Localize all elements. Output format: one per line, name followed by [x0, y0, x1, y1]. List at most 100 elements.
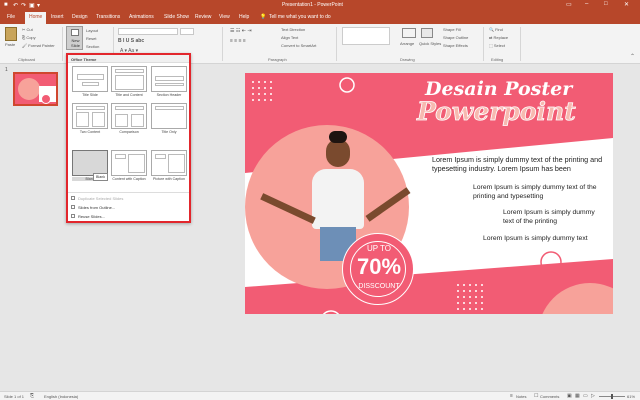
dot-grid-top: [252, 81, 276, 105]
language-status[interactable]: English (Indonesia): [44, 394, 78, 399]
placeholder: [77, 74, 104, 80]
replace-label: Replace: [493, 35, 509, 40]
placeholder: [115, 114, 128, 127]
shape-fill-button[interactable]: Shape Fill: [443, 27, 461, 32]
placeholder: [115, 154, 126, 159]
zoom-level[interactable]: 61%: [627, 394, 635, 399]
arrange-button[interactable]: Arrange: [400, 41, 414, 46]
tab-review[interactable]: Review: [195, 14, 211, 20]
tell-me-search[interactable]: Tell me what you want to do: [269, 14, 331, 20]
select-button[interactable]: ⬚ Select: [489, 43, 505, 48]
quick-styles-button[interactable]: Quick Styles: [419, 41, 441, 46]
reuse-slides-item[interactable]: Reuse Slides...: [71, 214, 105, 219]
outline-icon: [71, 205, 75, 209]
slides-from-outline-item[interactable]: Slides from Outline...: [71, 205, 115, 210]
layout-title-content[interactable]: [111, 66, 147, 92]
slide-canvas[interactable]: Desain Poster Powerpoint Lorem Ipsum is …: [245, 73, 613, 314]
thumb-badge: [41, 94, 51, 104]
layout-label: Title Only: [161, 130, 177, 134]
tab-animations[interactable]: Animations: [129, 14, 154, 20]
close-icon[interactable]: ✕: [624, 1, 629, 8]
copy-button[interactable]: ⎘ Copy: [22, 35, 36, 40]
reset-button[interactable]: Reset: [86, 36, 96, 41]
redo-icon[interactable]: ↷: [21, 2, 26, 9]
font-format-buttons[interactable]: B I U S abc: [118, 38, 144, 44]
layout-label: Content with Caption: [112, 177, 146, 181]
layout-button[interactable]: Layout: [86, 28, 98, 33]
slide-count: Slide 1 of 1: [4, 394, 25, 399]
discount-badge: UP TO 70% DISSCOUNT: [342, 233, 414, 305]
layout-dropdown: Office Theme Title Slide Title and Conte…: [66, 53, 191, 223]
tab-insert[interactable]: Insert: [51, 14, 64, 20]
minimize-icon[interactable]: –: [585, 1, 588, 7]
clipboard-group-label: Clipboard: [18, 57, 36, 62]
slideshow-view-icon[interactable]: ▷: [591, 393, 595, 399]
layout-title-only[interactable]: [151, 103, 187, 129]
find-label: Find: [495, 27, 503, 32]
placeholder: [115, 106, 144, 110]
layout-section-header[interactable]: [151, 66, 187, 92]
text-direction-button[interactable]: Text Direction: [281, 27, 305, 32]
slide-paragraph-3: Lorem Ipsum is simply dummy text of the …: [503, 209, 595, 225]
zoom-thumb[interactable]: [611, 394, 613, 399]
layout-content-caption[interactable]: [111, 150, 147, 176]
ribbon-display-icon[interactable]: ▭: [566, 1, 572, 8]
layout-title-slide[interactable]: [72, 66, 108, 92]
customize-qat-icon[interactable]: ▾: [37, 2, 40, 9]
copy-label: Copy: [26, 35, 36, 40]
spellcheck-icon[interactable]: ⎘: [30, 393, 34, 399]
layout-comparison[interactable]: [111, 103, 147, 129]
reading-view-icon[interactable]: ▭: [583, 393, 588, 399]
layout-two-content[interactable]: [72, 103, 108, 129]
tab-transitions[interactable]: Transitions: [96, 14, 120, 20]
font-size-dropdown[interactable]: [180, 28, 194, 35]
tab-view[interactable]: View: [219, 14, 230, 20]
slide-title-2: Powerpoint: [417, 97, 577, 127]
replace-button[interactable]: ⇄ Replace: [489, 35, 508, 40]
badge-bottom-text: DISSCOUNT: [358, 283, 400, 290]
tab-slideshow[interactable]: Slide Show: [164, 14, 189, 20]
undo-icon[interactable]: ↶: [13, 2, 18, 9]
cut-button[interactable]: ✂ Cut: [22, 27, 33, 32]
arrange-icon[interactable]: [402, 28, 416, 38]
drawing-group-label: Drawing: [400, 57, 415, 62]
normal-view-icon[interactable]: ▣: [567, 393, 572, 399]
slide-thumbnail[interactable]: [13, 72, 58, 106]
section-button[interactable]: Section: [86, 44, 99, 49]
ribbon-tabs: File Home Insert Design Transitions Anim…: [0, 11, 640, 24]
tab-file[interactable]: File: [7, 14, 15, 20]
shape-effects-button[interactable]: Shape Effects: [443, 43, 468, 48]
new-slide-icon: [71, 29, 79, 36]
tab-design[interactable]: Design: [72, 14, 88, 20]
badge-top-text: UP TO: [366, 244, 391, 253]
align-text-button[interactable]: Align Text: [281, 35, 298, 40]
comments-button[interactable]: Comments: [540, 394, 559, 399]
paste-button[interactable]: Paste: [5, 42, 15, 47]
save-icon[interactable]: ■: [4, 2, 8, 8]
maximize-icon[interactable]: □: [604, 1, 608, 7]
layout-label: Two Content: [79, 130, 101, 134]
font-name-dropdown[interactable]: [118, 28, 178, 35]
layout-label: Title Slide: [82, 93, 98, 97]
editing-group-label: Editing: [491, 57, 504, 62]
sorter-view-icon[interactable]: ▦: [575, 393, 580, 399]
quick-styles-icon[interactable]: [421, 28, 433, 38]
find-button[interactable]: 🔍 Find: [489, 27, 503, 32]
format-painter-button[interactable]: 🖌 Format Painter: [22, 43, 55, 48]
collapse-ribbon-icon[interactable]: ⌃: [630, 53, 635, 60]
slide-thumbnail-pane: [0, 64, 62, 391]
duplicate-slides-item[interactable]: Duplicate Selected Slides: [71, 196, 123, 201]
tab-home[interactable]: Home: [25, 12, 47, 24]
shape-outline-button[interactable]: Shape Outline: [443, 35, 468, 40]
notes-button[interactable]: Notes: [516, 394, 526, 399]
placeholder: [155, 154, 166, 159]
tab-help[interactable]: Help: [239, 14, 249, 20]
convert-smartart-button[interactable]: Convert to SmartArt: [281, 43, 316, 48]
paste-icon[interactable]: [5, 27, 17, 41]
list-buttons[interactable]: ☰ ☷ ⇤ ⇥: [230, 28, 252, 34]
new-slide-button[interactable]: New Slide: [66, 26, 83, 50]
layout-picture-caption[interactable]: [151, 150, 187, 176]
align-buttons[interactable]: ≡ ≡ ≡ ≡: [230, 38, 246, 44]
shapes-gallery[interactable]: [342, 27, 390, 45]
present-icon[interactable]: ▣: [29, 2, 35, 9]
